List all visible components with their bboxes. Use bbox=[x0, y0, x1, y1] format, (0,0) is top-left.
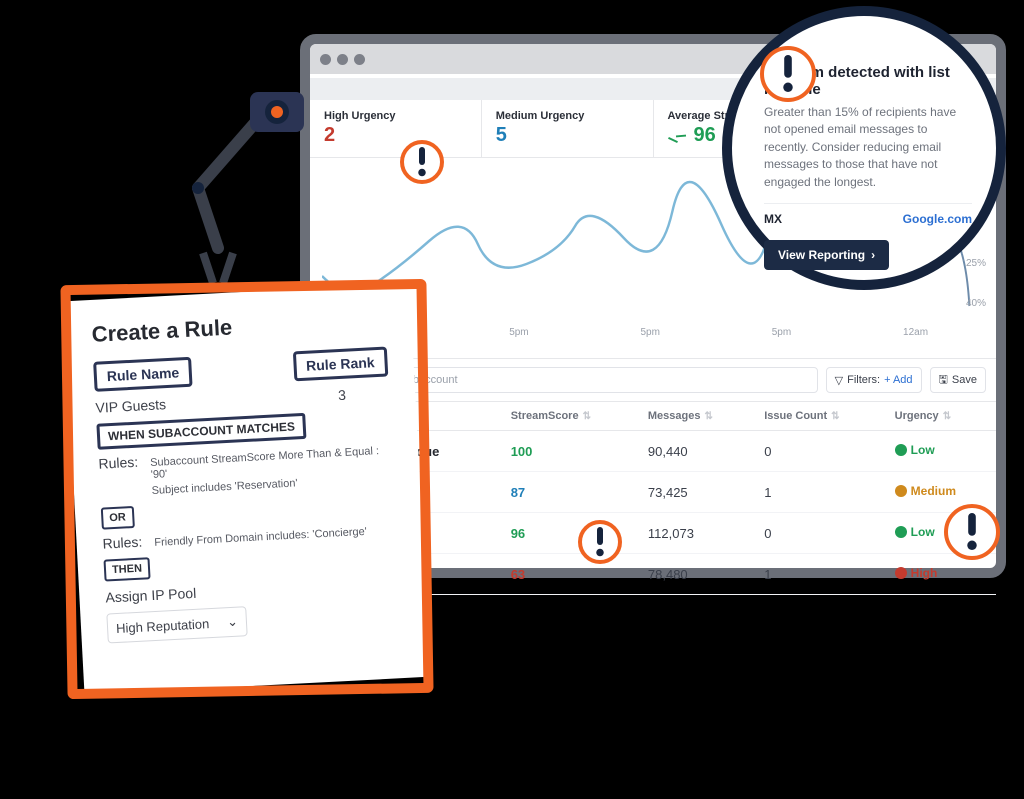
card-title: Create a Rule bbox=[91, 307, 386, 348]
row-messages: 73,425 bbox=[638, 472, 754, 513]
traffic-light-close[interactable] bbox=[320, 54, 331, 65]
col-urgency[interactable]: Urgency⇅ bbox=[885, 402, 996, 431]
row-messages: 90,440 bbox=[638, 431, 754, 472]
rule-rank-value: 3 bbox=[294, 384, 389, 405]
row-urgency: High bbox=[895, 566, 938, 580]
select-value: High Reputation bbox=[116, 616, 210, 636]
alert-badge-zoom bbox=[760, 46, 816, 102]
sort-icon: ⇅ bbox=[831, 411, 839, 422]
metric-label: Medium Urgency bbox=[496, 110, 639, 122]
popover-row-value: Google.com bbox=[903, 212, 972, 226]
problem-detail-popover: Problem detected with list hygiene Great… bbox=[722, 6, 1006, 290]
row-issue-count: 1 bbox=[754, 554, 884, 595]
row-urgency: Low bbox=[895, 443, 935, 457]
rule-name-value: VIP Guests bbox=[95, 395, 194, 416]
row-score: 96 bbox=[511, 526, 525, 541]
row-issue-count: 1 bbox=[754, 472, 884, 513]
sort-icon: ⇅ bbox=[583, 411, 591, 422]
row-urgency: Low bbox=[895, 525, 935, 539]
assign-label: Assign IP Pool bbox=[105, 574, 399, 605]
rule-rank-pill: Rule Rank bbox=[292, 346, 388, 381]
row-messages: 78,480 bbox=[638, 554, 754, 595]
urgency-icon bbox=[895, 526, 907, 538]
save-button[interactable]: 🖫 Save bbox=[930, 367, 986, 393]
metric-medium-urgency[interactable]: Medium Urgency 5 bbox=[482, 100, 654, 157]
row-score: 63 bbox=[511, 567, 525, 582]
create-rule-card: Create a Rule Rule Name VIP Guests Rule … bbox=[64, 283, 430, 695]
rule-name-pill: Rule Name bbox=[93, 357, 193, 392]
row-issue-count: 0 bbox=[754, 431, 884, 472]
urgency-icon bbox=[895, 567, 907, 579]
filters-button[interactable]: ▽ Filters: + Add bbox=[826, 367, 922, 393]
col-messages[interactable]: Messages⇅ bbox=[638, 402, 754, 431]
save-icon: 🖫 bbox=[939, 371, 948, 390]
urgency-icon bbox=[895, 485, 907, 497]
traffic-light-min[interactable] bbox=[337, 54, 348, 65]
rules-label: Rules: bbox=[98, 454, 140, 500]
traffic-light-max[interactable] bbox=[354, 54, 365, 65]
popover-row-key: MX bbox=[764, 212, 782, 226]
chevron-down-icon: ⌄ bbox=[227, 614, 239, 631]
view-reporting-button[interactable]: View Reporting› bbox=[764, 240, 889, 270]
metric-value: 5 bbox=[496, 124, 507, 147]
alert-badge-table bbox=[944, 504, 1000, 560]
rules-label: Rules: bbox=[102, 534, 142, 552]
row-issue-count: 0 bbox=[754, 513, 884, 554]
trend-up-icon bbox=[668, 131, 684, 141]
chevron-right-icon: › bbox=[871, 248, 875, 262]
row-score: 100 bbox=[511, 444, 533, 459]
sort-icon: ⇅ bbox=[943, 411, 951, 422]
metric-value: 96 bbox=[694, 124, 716, 147]
popover-row: MX Google.com bbox=[764, 203, 972, 226]
alert-badge-metric bbox=[400, 140, 444, 184]
popover-body: Greater than 15% of recipients have not … bbox=[764, 104, 972, 191]
alert-badge-row bbox=[578, 520, 622, 564]
axis-tick: 40% bbox=[966, 298, 986, 309]
filter-icon: ▽ bbox=[835, 374, 843, 387]
row-urgency: Medium bbox=[895, 484, 956, 498]
or-clause: OR bbox=[101, 506, 135, 530]
rule-line: Friendly From Domain includes: 'Concierg… bbox=[154, 526, 367, 549]
row-messages: 112,073 bbox=[638, 513, 754, 554]
col-score[interactable]: StreamScore⇅ bbox=[501, 402, 638, 431]
sort-icon: ⇅ bbox=[704, 411, 712, 422]
ip-pool-select[interactable]: High Reputation ⌄ bbox=[106, 606, 247, 643]
col-issue[interactable]: Issue Count⇅ bbox=[754, 402, 884, 431]
row-score: 87 bbox=[511, 485, 525, 500]
urgency-icon bbox=[895, 444, 907, 456]
then-clause: THEN bbox=[103, 557, 150, 581]
